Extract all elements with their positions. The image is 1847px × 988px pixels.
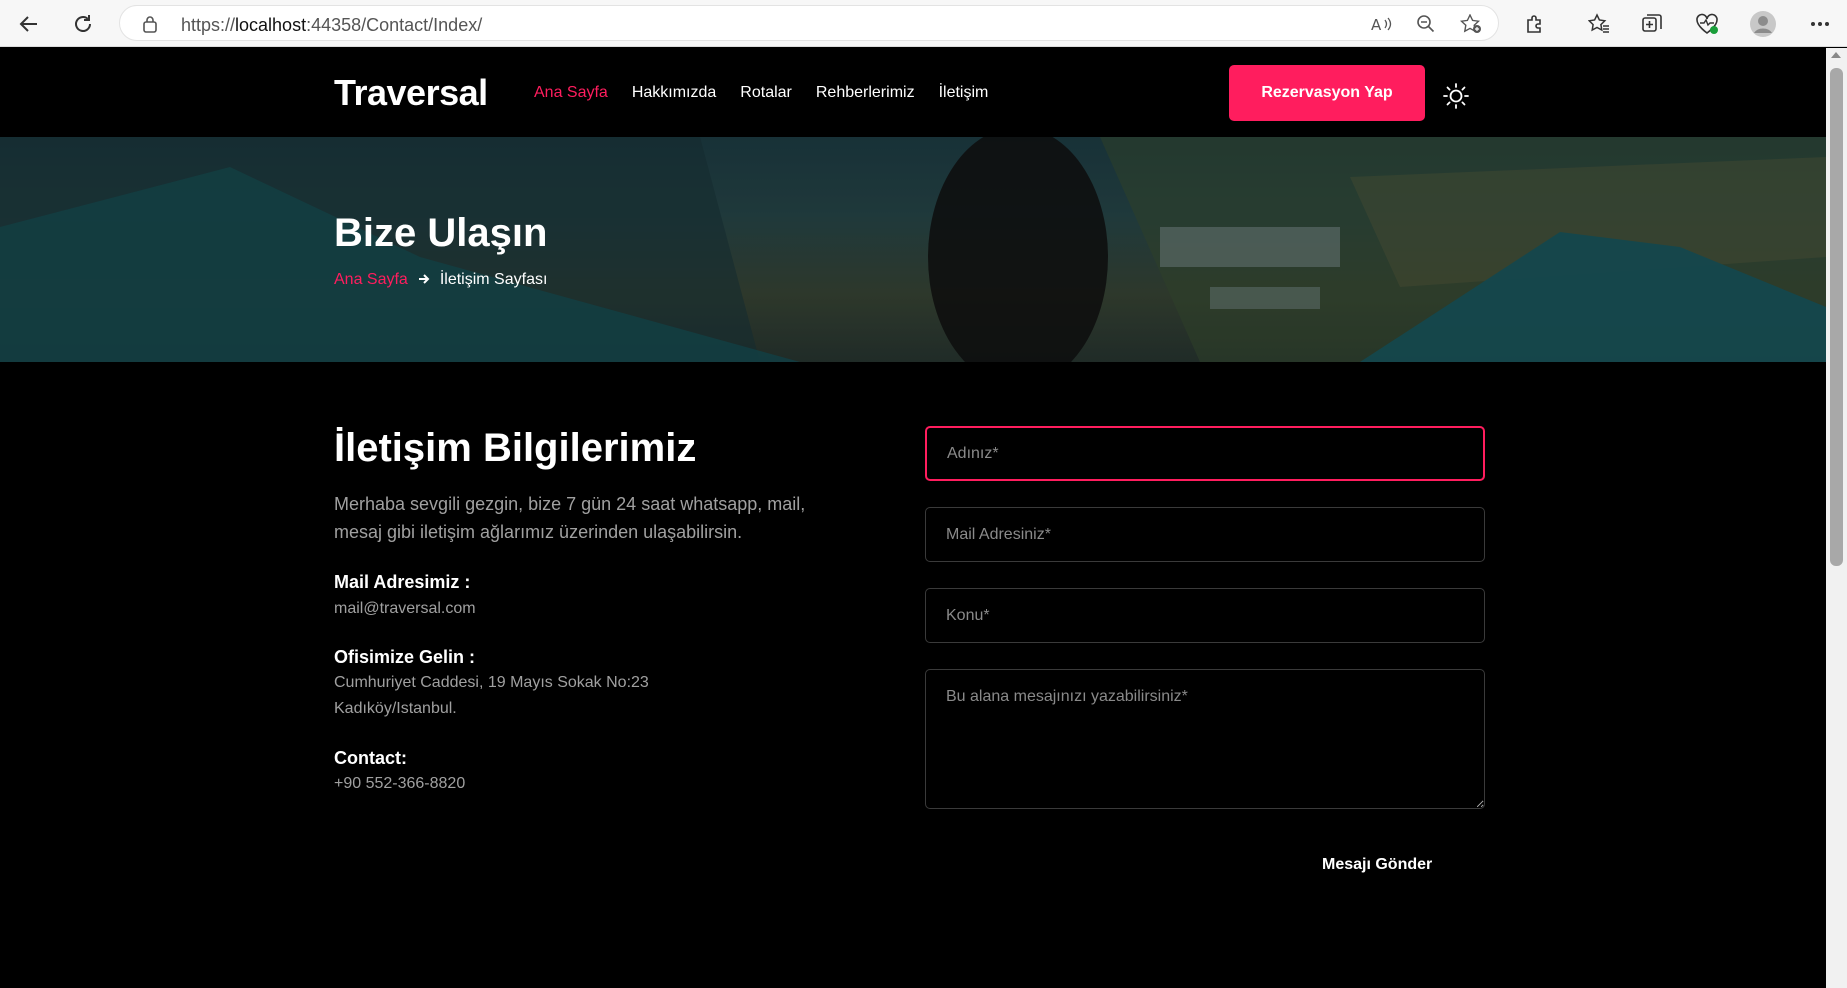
site-header: Traversal Ana Sayfa Hakkımızda Rotalar R…: [0, 48, 1826, 137]
arrow-right-icon: [418, 272, 430, 288]
contact-info-description: Merhaba sevgili gezgin, bize 7 gün 24 sa…: [334, 494, 806, 542]
contact-info-title: İletişim Bilgilerimiz: [334, 426, 697, 470]
scroll-up-arrow-icon[interactable]: [1831, 52, 1841, 58]
main-menu: Ana Sayfa Hakkımızda Rotalar Rehberlerim…: [534, 84, 988, 102]
email-input[interactable]: [925, 507, 1485, 562]
svg-text:A: A: [1371, 16, 1382, 33]
favorites-icon[interactable]: [1585, 10, 1613, 38]
contact-label: Contact:: [334, 748, 407, 768]
collections-icon[interactable]: [1638, 10, 1666, 38]
url-text: https://localhost:44358/Contact/Index/: [181, 15, 483, 35]
phone-value: +90 552-366-8820: [334, 775, 466, 792]
subject-input[interactable]: [925, 588, 1485, 643]
office-address-line1: Cumhuriyet Caddesi, 19 Mayıs Sokak No:23: [334, 674, 649, 691]
reservation-button[interactable]: Rezervasyon Yap: [1229, 65, 1425, 121]
add-favorite-icon[interactable]: [1459, 14, 1483, 34]
profile-avatar-icon[interactable]: [1749, 10, 1777, 38]
extensions-icon[interactable]: [1521, 10, 1549, 38]
menu-item-about[interactable]: Hakkımızda: [632, 84, 716, 102]
breadcrumb-current: İletişim Sayfası: [439, 271, 548, 288]
send-message-button[interactable]: Mesajı Gönder: [1322, 856, 1432, 874]
address-bar[interactable]: https://localhost:44358/Contact/Index/ A: [119, 5, 1499, 41]
message-textarea[interactable]: [925, 669, 1485, 809]
browser-toolbar: https://localhost:44358/Contact/Index/ A: [0, 0, 1847, 47]
breadcrumb-home-link[interactable]: Ana Sayfa: [334, 271, 408, 289]
menu-item-routes[interactable]: Rotalar: [740, 84, 792, 102]
menu-item-guides[interactable]: Rehberlerimiz: [816, 84, 915, 102]
menu-item-contact[interactable]: İletişim: [939, 84, 989, 102]
scroll-thumb[interactable]: [1830, 68, 1843, 566]
more-options-icon[interactable]: [1806, 10, 1834, 38]
back-icon[interactable]: [13, 8, 45, 40]
mail-label: Mail Adresimiz :: [334, 572, 471, 592]
name-input[interactable]: [925, 426, 1485, 481]
refresh-icon[interactable]: [67, 8, 99, 40]
menu-item-home[interactable]: Ana Sayfa: [534, 84, 608, 102]
browser-essentials-icon[interactable]: [1693, 10, 1721, 38]
sun-icon[interactable]: [1442, 82, 1470, 110]
office-address-line2: Kadıköy/Istanbul.: [334, 700, 457, 717]
breadcrumb: Ana Sayfa İletişim Sayfası: [334, 271, 547, 289]
site-logo[interactable]: Traversal: [334, 72, 488, 114]
read-aloud-icon[interactable]: A: [1370, 14, 1394, 34]
lock-icon: [142, 15, 158, 38]
mail-value: mail@traversal.com: [334, 600, 476, 617]
page-title: Bize Ulaşın: [334, 211, 548, 255]
zoom-out-icon[interactable]: [1414, 14, 1438, 34]
office-label: Ofisimize Gelin :: [334, 647, 476, 667]
hero-banner: Bize Ulaşın Ana Sayfa İletişim Sayfası: [0, 137, 1826, 362]
page-scrollbar[interactable]: [1826, 48, 1847, 988]
hero-overlay: [0, 137, 1826, 362]
